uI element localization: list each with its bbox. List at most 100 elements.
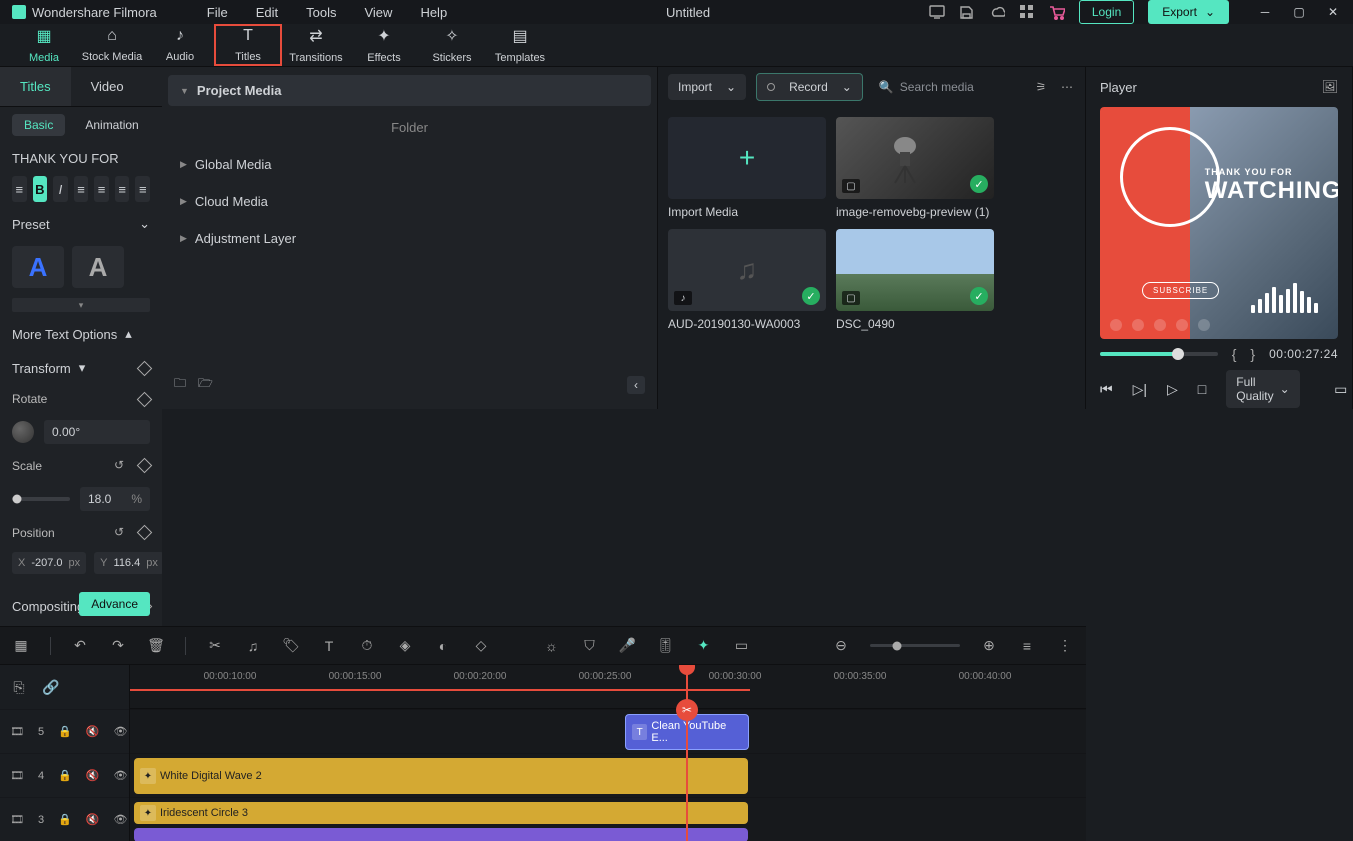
mic-icon[interactable]: 🎤	[618, 637, 636, 655]
zoom-in-icon[interactable]: ⊕	[980, 637, 998, 655]
menu-help[interactable]: Help	[420, 5, 447, 20]
track-header[interactable]: 🎞3🔒🔇👁	[0, 797, 129, 841]
effect-clip[interactable]: ✦Iridescent Circle 3	[134, 802, 748, 824]
eye-icon[interactable]: 👁	[114, 769, 128, 782]
position-y-field[interactable]: Y116.4px	[94, 552, 162, 574]
reset-icon[interactable]: ↺	[114, 458, 129, 473]
sidebar-folder[interactable]: Folder	[168, 112, 651, 143]
snapshot-icon[interactable]: 🖼	[1322, 79, 1338, 95]
scale-slider[interactable]	[12, 497, 70, 501]
import-media-tile[interactable]: + Import Media	[668, 117, 826, 219]
reset-icon[interactable]: ↺	[114, 525, 129, 540]
prev-frame-icon[interactable]: ⏮	[1100, 380, 1113, 398]
keyframe-icon[interactable]	[137, 391, 153, 407]
stop-icon[interactable]: □	[1198, 380, 1206, 398]
more-icon[interactable]: ⋯	[1059, 79, 1075, 95]
keyframe-tool-icon[interactable]: ◇	[472, 637, 490, 655]
italic-icon[interactable]: I	[53, 176, 68, 202]
transform-section[interactable]: Transform▾	[12, 356, 150, 380]
align-left-icon[interactable]: ≡	[74, 176, 89, 202]
copy-icon[interactable]: ⎘	[10, 678, 28, 696]
render-icon[interactable]: ▭	[732, 637, 750, 655]
tab-titles[interactable]: TTitles	[214, 24, 282, 66]
align-justify-icon[interactable]: ≡	[135, 176, 150, 202]
rotate-knob[interactable]	[12, 421, 34, 443]
scale-field[interactable]: 18.0%	[80, 487, 150, 511]
timeline-lane[interactable]: ✦Iridescent Circle 3	[130, 797, 1086, 841]
track-header[interactable]: 🎞5🔒🔇👁	[0, 709, 129, 753]
more-text-options[interactable]: More Text Options▴	[12, 322, 150, 346]
mask-icon[interactable]: ◐	[434, 637, 452, 655]
indent-icon[interactable]: ≡	[12, 176, 27, 202]
sidebar-cloud-media[interactable]: ▶Cloud Media	[168, 186, 651, 217]
zoom-out-icon[interactable]: ⊖	[832, 637, 850, 655]
marker-icon[interactable]: ☼	[542, 637, 560, 655]
sidebar-global-media[interactable]: ▶Global Media	[168, 149, 651, 180]
folder-icon[interactable]: 🗁	[198, 374, 213, 395]
redo-icon[interactable]: ↷	[109, 637, 127, 655]
keyframe-icon[interactable]	[137, 525, 153, 541]
shield-icon[interactable]: ⛉	[580, 637, 598, 655]
tab-stock-media[interactable]: ⌂Stock Media	[78, 24, 146, 66]
menu-view[interactable]: View	[364, 5, 392, 20]
auto-icon[interactable]: ✦	[694, 637, 712, 655]
media-item[interactable]: ▢ ✓ DSC_0490	[836, 229, 994, 331]
eye-icon[interactable]: 👁	[114, 813, 128, 826]
timeline-lane[interactable]: ✦White Digital Wave 2	[130, 753, 1086, 797]
lock-icon[interactable]: 🔒	[58, 769, 72, 782]
sidebar-adjustment-layer[interactable]: ▶Adjustment Layer	[168, 223, 651, 254]
subtab-basic[interactable]: Basic	[12, 114, 65, 136]
login-button[interactable]: Login	[1079, 0, 1134, 24]
cut-icon[interactable]: ✂	[206, 637, 224, 655]
music-icon[interactable]: ♫	[244, 637, 262, 655]
grid-icon[interactable]: ▦	[12, 637, 30, 655]
mute-icon[interactable]: 🔇	[86, 725, 100, 738]
keyframe-icon[interactable]	[137, 360, 153, 376]
bold-icon[interactable]: B	[33, 176, 48, 202]
timeline-tracks[interactable]: 00:00:10:00 00:00:15:00 00:00:20:00 00:0…	[130, 665, 1086, 841]
rotate-field[interactable]: 0.00°	[44, 420, 150, 444]
search-input[interactable]: 🔍Search media	[873, 76, 1023, 98]
position-x-field[interactable]: X-207.0px	[12, 552, 86, 574]
delete-icon[interactable]: 🗑	[147, 637, 165, 655]
minimize-icon[interactable]: ─	[1257, 4, 1273, 20]
mixer-icon[interactable]: 🎚	[656, 637, 674, 655]
export-button[interactable]: Export⌄	[1148, 0, 1229, 24]
filter-icon[interactable]: ⚞	[1033, 79, 1049, 95]
menu-file[interactable]: File	[207, 5, 228, 20]
media-item[interactable]: ♫ ♪ ✓ AUD-20190130-WA0003	[668, 229, 826, 331]
align-center-icon[interactable]: ≡	[94, 176, 109, 202]
tab-transitions[interactable]: ⇄Transitions	[282, 24, 350, 66]
color-icon[interactable]: ◈	[396, 637, 414, 655]
preset-card[interactable]: A	[12, 246, 64, 288]
preset-pager[interactable]: ▾	[12, 298, 150, 312]
track-header[interactable]: 🎞4🔒🔇👁	[0, 753, 129, 797]
display-icon[interactable]: ▭	[1332, 380, 1350, 398]
record-dropdown[interactable]: Record⌄	[756, 73, 863, 101]
play-icon[interactable]: ▷	[1167, 380, 1178, 398]
timeline-view-icon[interactable]: ≡	[1018, 637, 1036, 655]
lock-icon[interactable]: 🔒	[58, 813, 72, 826]
timeline-ruler[interactable]: 00:00:10:00 00:00:15:00 00:00:20:00 00:0…	[130, 665, 1086, 709]
collapse-sidebar-icon[interactable]: ‹	[627, 376, 645, 394]
mark-in-icon[interactable]: {	[1232, 346, 1237, 362]
mute-icon[interactable]: 🔇	[86, 813, 100, 826]
play-pause-icon[interactable]: ▷|	[1133, 380, 1147, 398]
menu-tools[interactable]: Tools	[306, 5, 336, 20]
link-icon[interactable]: 🔗	[42, 678, 60, 696]
inspector-tab-titles[interactable]: Titles	[0, 67, 71, 106]
tab-media[interactable]: ▦Media	[10, 24, 78, 66]
maximize-icon[interactable]: ▢	[1291, 4, 1307, 20]
tab-effects[interactable]: ✦Effects	[350, 24, 418, 66]
cart-icon[interactable]	[1049, 4, 1065, 20]
preset-card[interactable]: A	[72, 246, 124, 288]
mute-icon[interactable]: 🔇	[86, 769, 100, 782]
advance-button[interactable]: Advance	[79, 592, 150, 616]
video-clip[interactable]	[134, 828, 748, 841]
inspector-tab-video[interactable]: Video	[71, 67, 144, 106]
tab-stickers[interactable]: ✧Stickers	[418, 24, 486, 66]
text-icon[interactable]: T	[320, 637, 338, 655]
scrub-slider[interactable]	[1100, 352, 1218, 356]
eye-icon[interactable]: 👁	[114, 725, 128, 738]
import-dropdown[interactable]: Import⌄	[668, 74, 746, 100]
